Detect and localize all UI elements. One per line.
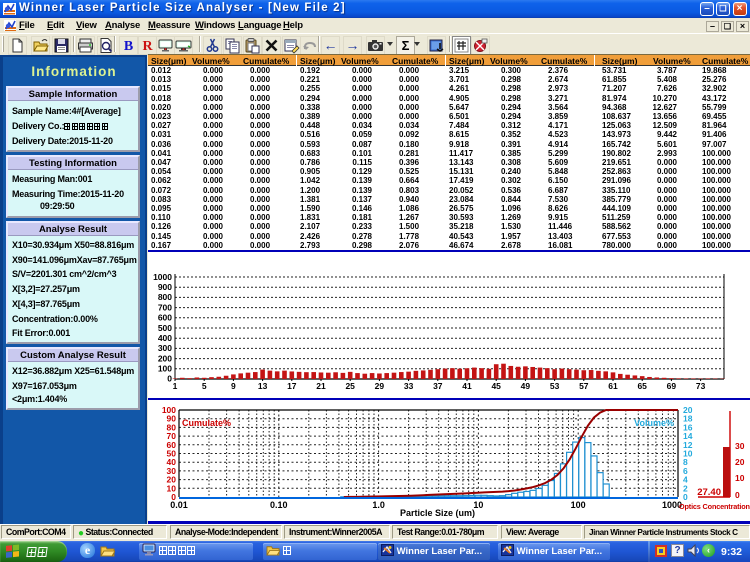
svg-text:10: 10 — [735, 473, 745, 483]
svg-text:30: 30 — [735, 441, 745, 451]
svg-text:0: 0 — [167, 374, 172, 384]
svg-text:5: 5 — [202, 381, 207, 391]
svg-text:21: 21 — [316, 381, 326, 391]
svg-text:1.0: 1.0 — [372, 500, 385, 510]
svg-text:1: 1 — [173, 381, 178, 391]
svg-text:73: 73 — [696, 381, 706, 391]
svg-text:100: 100 — [158, 364, 172, 374]
svg-text:45: 45 — [491, 381, 501, 391]
svg-text:27.40: 27.40 — [697, 487, 721, 498]
svg-text:0.01: 0.01 — [170, 500, 188, 510]
svg-text:29: 29 — [375, 381, 385, 391]
svg-text:Volume%: Volume% — [634, 418, 674, 428]
svg-text:1000: 1000 — [153, 272, 172, 282]
svg-text:0: 0 — [683, 492, 688, 502]
svg-text:13: 13 — [258, 381, 268, 391]
svg-text:0.10: 0.10 — [270, 500, 288, 510]
svg-text:800: 800 — [158, 292, 172, 302]
svg-text:61: 61 — [608, 381, 618, 391]
svg-text:33: 33 — [404, 381, 414, 391]
svg-text:57: 57 — [579, 381, 589, 391]
svg-text:9: 9 — [231, 381, 236, 391]
svg-text:200: 200 — [158, 353, 172, 363]
svg-text:65: 65 — [637, 381, 647, 391]
svg-text:49: 49 — [521, 381, 531, 391]
svg-text:100: 100 — [571, 500, 586, 510]
svg-text:Cumulate%: Cumulate% — [182, 418, 231, 428]
svg-text:69: 69 — [667, 381, 677, 391]
svg-text:53: 53 — [550, 381, 560, 391]
svg-text:900: 900 — [158, 282, 172, 292]
svg-text:37: 37 — [433, 381, 443, 391]
svg-text:Optics Concentration: Optics Concentration — [679, 502, 750, 511]
svg-text:300: 300 — [158, 343, 172, 353]
svg-text:600: 600 — [158, 313, 172, 323]
svg-text:0: 0 — [735, 490, 740, 500]
svg-text:700: 700 — [158, 302, 172, 312]
svg-text:Particle Size (um): Particle Size (um) — [400, 508, 475, 518]
svg-text:25: 25 — [345, 381, 355, 391]
svg-text:41: 41 — [462, 381, 472, 391]
svg-text:20: 20 — [735, 457, 745, 467]
svg-text:500: 500 — [158, 323, 172, 333]
svg-text:17: 17 — [287, 381, 297, 391]
svg-text:400: 400 — [158, 333, 172, 343]
